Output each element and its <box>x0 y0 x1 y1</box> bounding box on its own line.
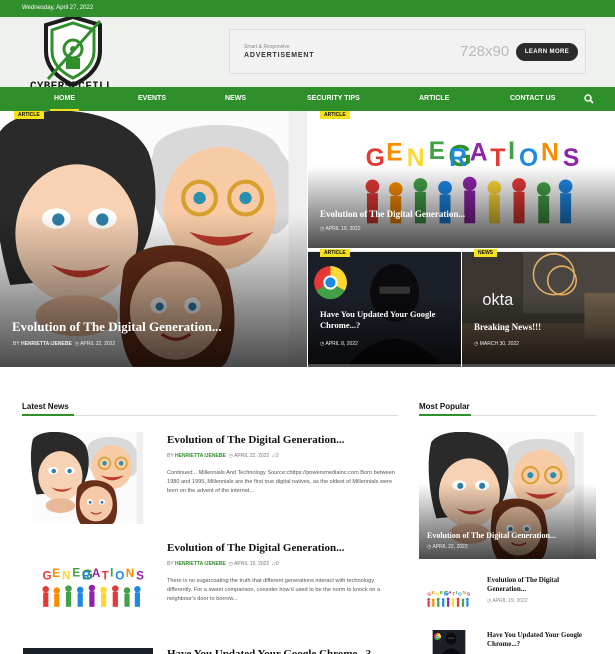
hero-top-right-meta: ◷ APRIL 19, 2022 <box>320 226 361 232</box>
current-date: Wednesday, April 27, 2022 <box>22 5 94 11</box>
popular-featured-meta: ◷ APRIL 22, 2022 <box>427 544 468 550</box>
hero-top-right-title[interactable]: Evolution of The Digital Generation... <box>320 209 465 219</box>
main-nav: HOME EVENTS NEWS SECURITY TIPS ARTICLE C… <box>0 87 615 111</box>
post-meta: BY HENRIETTA IJENEBE ◷ APRIL 19, 2022 ▱0 <box>167 561 279 567</box>
popular-featured-title[interactable]: Evolution of The Digital Generation... <box>427 531 556 540</box>
post-thumbnail[interactable] <box>23 432 153 524</box>
site-header: CYBERSECFILL Smart & Responsive ADVERTIS… <box>0 17 615 93</box>
nav-security-tips[interactable]: SECURITY TIPS <box>307 87 360 111</box>
post-excerpt: Continued... Millennials And Technology … <box>167 470 395 494</box>
author-link[interactable]: HENRIETTA IJENEBE <box>21 341 72 347</box>
nav-news[interactable]: NEWS <box>225 87 246 111</box>
popular-title[interactable]: Evolution of The Digital Generation... <box>487 576 587 594</box>
hero-bottom-left-post[interactable]: ARTICLE Have You Updated Your Google Chr… <box>308 249 461 367</box>
comment-count[interactable]: 2 <box>276 453 279 459</box>
hero-top-right-post[interactable]: ARTICLE Evolution of The Digital Generat… <box>308 111 615 248</box>
category-badge[interactable]: ARTICLE <box>14 111 44 119</box>
post-date: APRIL 22, 2022 <box>80 341 116 347</box>
post-title[interactable]: Have You Updated Your Google Chrome...? <box>167 648 371 654</box>
comment-count[interactable]: 0 <box>276 561 279 567</box>
post-thumbnail[interactable] <box>23 540 153 632</box>
hero-main-meta: BY HENRIETTA IJENEBE ◷ APRIL 22, 2022 <box>13 341 116 347</box>
top-bar: Wednesday, April 27, 2022 <box>0 0 615 17</box>
nav-home[interactable]: HOME <box>50 87 79 111</box>
post-date: APRIL 8, 2022 <box>325 341 358 347</box>
popular-featured-post[interactable]: Evolution of The Digital Generation... ◷… <box>419 432 596 559</box>
nav-article[interactable]: ARTICLE <box>419 87 449 111</box>
category-badge[interactable]: ARTICLE <box>320 249 350 257</box>
most-popular-heading: Most Popular <box>419 402 470 411</box>
category-badge[interactable]: ARTICLE <box>320 111 350 119</box>
author-link[interactable]: HENRIETTA IJENEBE <box>175 561 226 567</box>
hero-bottom-left-meta: ◷ APRIL 8, 2022 <box>320 341 358 347</box>
post-excerpt: There is no sugarcoating the truth that … <box>167 578 381 602</box>
post-date: MARCH 30, 2022 <box>479 341 519 347</box>
hero-bottom-right-title[interactable]: Breaking News!!! <box>474 322 541 332</box>
category-badge[interactable]: NEWS <box>474 249 497 257</box>
post-thumbnail[interactable] <box>23 648 153 654</box>
hero-bottom-right-meta: ◷ MARCH 30, 2022 <box>474 341 519 347</box>
search-icon[interactable] <box>584 94 594 104</box>
hero-main-title[interactable]: Evolution of The Digital Generation... <box>12 319 222 335</box>
latest-news-heading: Latest News <box>22 402 69 411</box>
ad-size: 728x90 <box>460 43 510 60</box>
popular-thumbnail[interactable] <box>419 578 474 618</box>
hero-bottom-right-post[interactable]: NEWS Breaking News!!! ◷ MARCH 30, 2022 <box>462 249 615 367</box>
ad-subtitle: Smart & Responsive <box>244 44 290 50</box>
nav-contact-us[interactable]: CONTACT US <box>510 87 555 111</box>
ad-title: ADVERTISEMENT <box>244 52 315 59</box>
post-title[interactable]: Evolution of The Digital Generation... <box>167 434 344 446</box>
popular-thumbnail[interactable] <box>419 630 479 654</box>
author-link[interactable]: HENRIETTA IJENEBE <box>175 453 226 459</box>
post-title[interactable]: Evolution of The Digital Generation... <box>167 542 344 554</box>
popular-title[interactable]: Have You Updated Your Google Chrome...? <box>487 631 587 649</box>
learn-more-button[interactable]: LEARN MORE <box>516 43 578 61</box>
post-date: APRIL 19, 2022 <box>325 226 361 232</box>
nav-events[interactable]: EVENTS <box>138 87 166 111</box>
ad-banner[interactable]: Smart & Responsive ADVERTISEMENT 728x90 … <box>229 29 586 74</box>
popular-meta: ◷ APRIL 19, 2022 <box>487 598 528 604</box>
hero-main-post[interactable]: ARTICLE Evolution of The Digital Generat… <box>0 111 307 367</box>
hero-bottom-left-title[interactable]: Have You Updated Your Google Chrome...? <box>320 309 455 331</box>
post-meta: BY HENRIETTA IJENEBE ◷ APRIL 22, 2022 ▱2 <box>167 453 279 459</box>
hero-grid: ARTICLE Evolution of The Digital Generat… <box>0 111 615 367</box>
